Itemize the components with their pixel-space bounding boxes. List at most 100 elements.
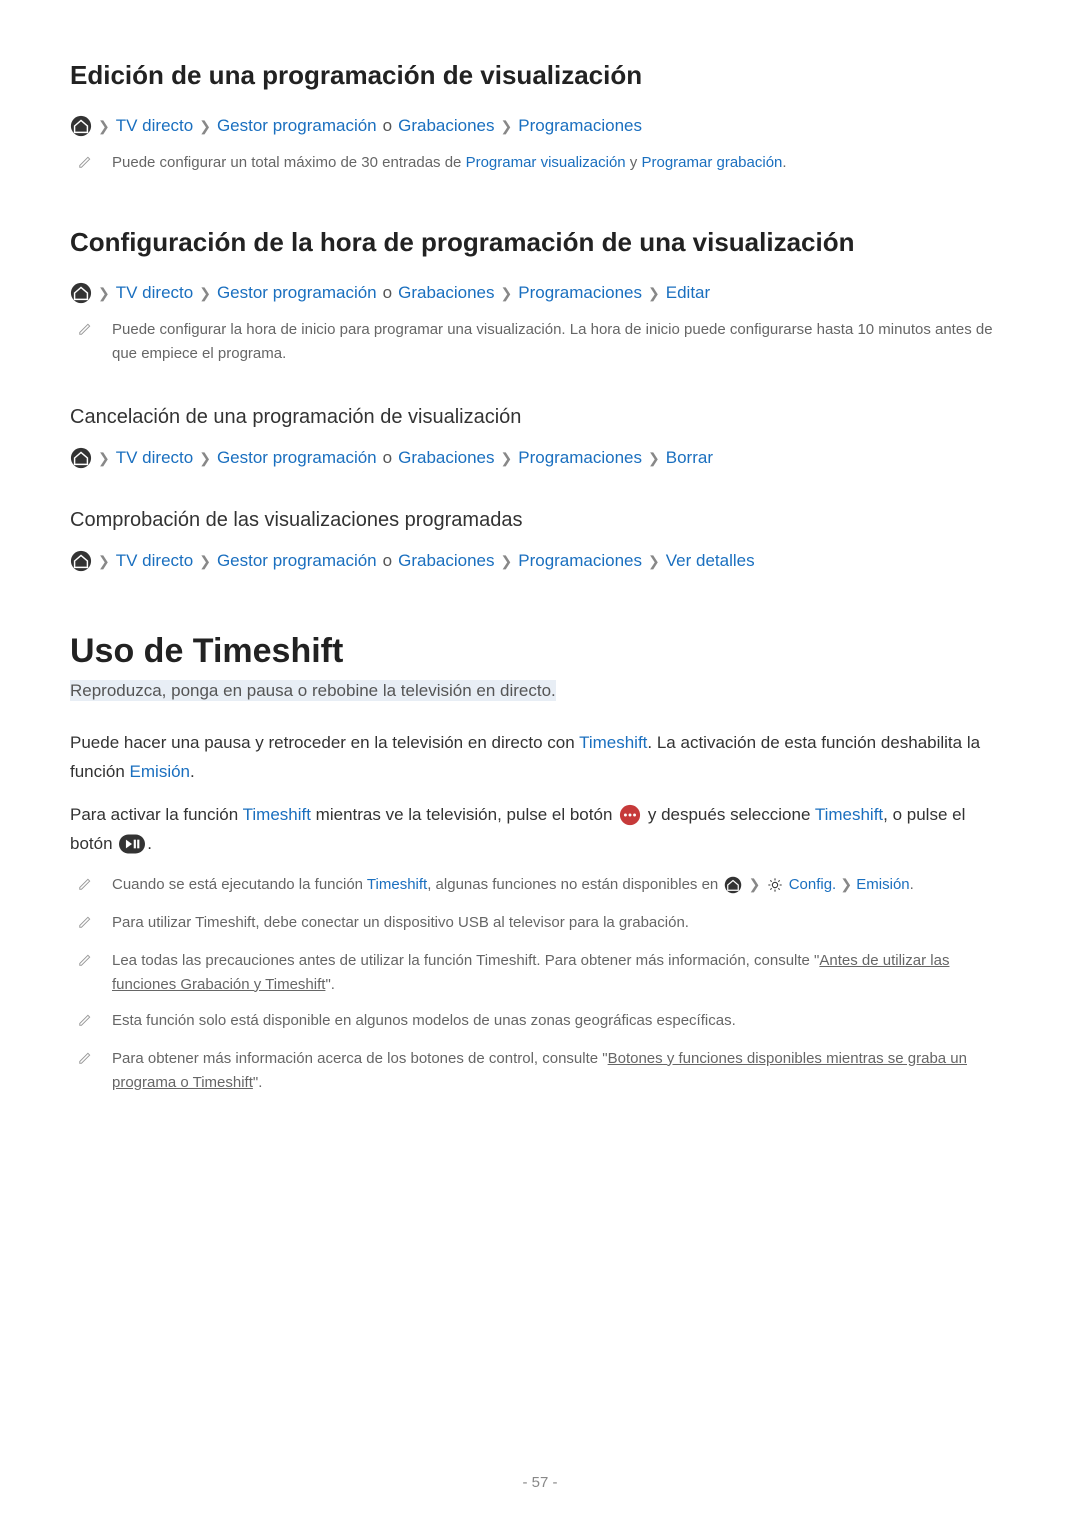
subtitle-timeshift: Reproduzca, ponga en pausa o rebobine la…: [70, 681, 1010, 701]
home-icon: [70, 550, 92, 572]
crumb-programaciones[interactable]: Programaciones: [518, 283, 642, 303]
text: Para activar la función: [70, 805, 243, 824]
text: Puede hacer una pausa y retroceder en la…: [70, 733, 579, 752]
pencil-icon: [78, 320, 92, 344]
link-emision[interactable]: Emisión: [130, 762, 190, 781]
chevron-right-icon: ❯: [98, 285, 110, 302]
pencil-icon: [78, 951, 92, 975]
link-timeshift[interactable]: Timeshift: [367, 876, 427, 893]
text: .: [190, 762, 195, 781]
chevron-right-icon: ❯: [98, 118, 110, 135]
crumb-programaciones[interactable]: Programaciones: [518, 448, 642, 468]
link-programar-grabacion[interactable]: Programar grabación: [641, 154, 782, 171]
text: Puede configurar un total máximo de 30 e…: [112, 154, 466, 171]
crumb-gestor-programacion[interactable]: Gestor programación: [217, 283, 377, 303]
heading-config-hora: Configuración de la hora de programación…: [70, 227, 1010, 258]
text: .: [782, 154, 786, 171]
note: Cuando se está ejecutando la función Tim…: [70, 873, 1010, 899]
text: ".: [253, 1074, 263, 1091]
crumb-tv-directo[interactable]: TV directo: [116, 551, 193, 571]
pencil-icon: [78, 913, 92, 937]
chevron-right-icon: ❯: [501, 118, 513, 135]
heading-edit-schedule: Edición de una programación de visualiza…: [70, 60, 1010, 91]
text: .: [910, 876, 914, 893]
crumb-tv-directo[interactable]: TV directo: [116, 116, 193, 136]
link-timeshift[interactable]: Timeshift: [243, 805, 311, 824]
chevron-right-icon: ❯: [501, 285, 513, 302]
note: Para utilizar Timeshift, debe conectar u…: [70, 911, 1010, 937]
breadcrumb-edit-schedule: ❯ TV directo ❯ Gestor programación o Gra…: [70, 115, 1010, 137]
chevron-right-icon: ❯: [98, 553, 110, 570]
crumb-gestor-programacion[interactable]: Gestor programación: [217, 116, 377, 136]
crumb-tv-directo[interactable]: TV directo: [116, 283, 193, 303]
text: , algunas funciones no están disponibles…: [427, 876, 722, 893]
link-timeshift[interactable]: Timeshift: [579, 733, 647, 752]
chevron-right-icon: ❯: [840, 873, 852, 895]
crumb-separator-o: o: [383, 448, 392, 468]
home-icon: [70, 447, 92, 469]
crumb-ver-detalles[interactable]: Ver detalles: [666, 551, 755, 571]
note-text: Para obtener más información acerca de l…: [112, 1047, 1010, 1095]
crumb-separator-o: o: [383, 283, 392, 303]
text: ".: [325, 976, 335, 993]
heading-cancelacion: Cancelación de una programación de visua…: [70, 406, 1010, 429]
crumb-grabaciones[interactable]: Grabaciones: [398, 116, 494, 136]
page-number: - 57 -: [0, 1474, 1080, 1491]
crumb-grabaciones[interactable]: Grabaciones: [398, 448, 494, 468]
text: Cuando se está ejecutando la función: [112, 876, 367, 893]
home-icon: [70, 115, 92, 137]
chevron-right-icon: ❯: [648, 553, 660, 570]
play-pause-icon: [119, 834, 145, 854]
breadcrumb-cancelacion: ❯ TV directo ❯ Gestor programación o Gra…: [70, 447, 1010, 469]
crumb-programaciones[interactable]: Programaciones: [518, 551, 642, 571]
link-timeshift[interactable]: Timeshift: [815, 805, 883, 824]
heading-comprobacion: Comprobación de las visualizaciones prog…: [70, 509, 1010, 532]
note-text: Para utilizar Timeshift, debe conectar u…: [112, 911, 1010, 935]
text: Para obtener más información acerca de l…: [112, 1050, 608, 1067]
breadcrumb-config-hora: ❯ TV directo ❯ Gestor programación o Gra…: [70, 282, 1010, 304]
chevron-right-icon: ❯: [648, 450, 660, 467]
pencil-icon: [78, 1011, 92, 1035]
crumb-grabaciones[interactable]: Grabaciones: [398, 551, 494, 571]
pencil-icon: [78, 875, 92, 899]
text: y después seleccione: [643, 805, 815, 824]
chevron-right-icon: ❯: [98, 450, 110, 467]
crumb-tv-directo[interactable]: TV directo: [116, 448, 193, 468]
note: Esta función solo está disponible en alg…: [70, 1009, 1010, 1035]
note: Para obtener más información acerca de l…: [70, 1047, 1010, 1095]
crumb-programaciones[interactable]: Programaciones: [518, 116, 642, 136]
chevron-right-icon: ❯: [749, 873, 761, 895]
pencil-icon: [78, 1049, 92, 1073]
text: y: [626, 154, 642, 171]
chevron-right-icon: ❯: [199, 553, 211, 570]
breadcrumb-comprobacion: ❯ TV directo ❯ Gestor programación o Gra…: [70, 550, 1010, 572]
crumb-borrar[interactable]: Borrar: [666, 448, 713, 468]
paragraph-timeshift-2: Para activar la función Timeshift mientr…: [70, 801, 1010, 859]
subtitle-text: Reproduzca, ponga en pausa o rebobine la…: [70, 680, 556, 701]
home-icon: [70, 282, 92, 304]
dots-button-icon: [619, 804, 641, 826]
link-programar-visualizacion[interactable]: Programar visualización: [466, 154, 626, 171]
note-text: Esta función solo está disponible en alg…: [112, 1009, 1010, 1033]
link-config[interactable]: Config.: [789, 876, 837, 893]
text: Lea todas las precauciones antes de util…: [112, 952, 819, 969]
crumb-gestor-programacion[interactable]: Gestor programación: [217, 448, 377, 468]
note-text: Cuando se está ejecutando la función Tim…: [112, 873, 1010, 897]
text: .: [147, 834, 152, 853]
heading-timeshift: Uso de Timeshift: [70, 632, 1010, 671]
link-emision[interactable]: Emisión: [856, 876, 909, 893]
note-text: Puede configurar un total máximo de 30 e…: [112, 151, 1010, 175]
crumb-grabaciones[interactable]: Grabaciones: [398, 283, 494, 303]
home-icon: [724, 876, 742, 894]
crumb-editar[interactable]: Editar: [666, 283, 710, 303]
note: Lea todas las precauciones antes de util…: [70, 949, 1010, 997]
chevron-right-icon: ❯: [501, 450, 513, 467]
crumb-gestor-programacion[interactable]: Gestor programación: [217, 551, 377, 571]
page: Edición de una programación de visualiza…: [0, 0, 1080, 1527]
note-text: Puede configurar la hora de inicio para …: [112, 318, 1010, 366]
chevron-right-icon: ❯: [199, 285, 211, 302]
gear-icon: [767, 877, 783, 893]
crumb-separator-o: o: [383, 551, 392, 571]
paragraph-timeshift-1: Puede hacer una pausa y retroceder en la…: [70, 729, 1010, 787]
note: Puede configurar la hora de inicio para …: [70, 318, 1010, 366]
